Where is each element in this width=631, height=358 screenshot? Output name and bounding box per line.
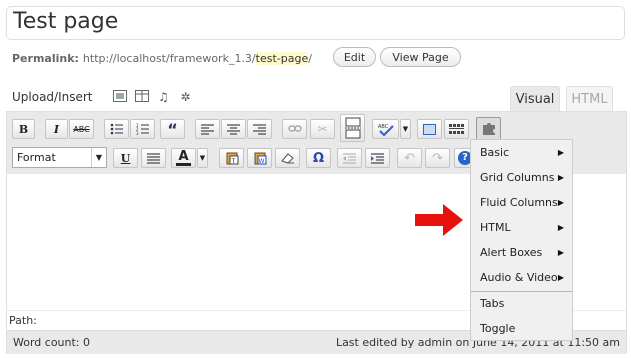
svg-text:3: 3: [136, 131, 139, 135]
more-tag-icon: [344, 117, 361, 139]
fullscreen-icon: [423, 123, 436, 135]
paste-word-button[interactable]: W: [247, 148, 272, 168]
upload-insert-row: Upload/Insert ♫ ✲: [12, 90, 193, 104]
menu-item-label: HTML: [480, 221, 511, 234]
bold-button[interactable]: B: [12, 119, 35, 139]
red-arrow-icon: [415, 204, 463, 236]
path-label: Path:: [9, 314, 37, 327]
menu-item-label: Alert Boxes: [480, 246, 543, 259]
bullet-list-button[interactable]: [104, 119, 129, 139]
spellcheck-icon: ABC: [378, 124, 394, 136]
add-image-icon[interactable]: [112, 90, 127, 104]
svg-text:ABC: ABC: [378, 124, 389, 130]
bullet-list-icon: [110, 123, 123, 135]
link-icon: [287, 125, 302, 132]
format-select-label: Format: [17, 151, 56, 164]
numbered-list-icon: 123: [136, 123, 149, 135]
title-input[interactable]: Test page: [6, 6, 625, 40]
submenu-arrow-icon: ▶: [557, 273, 564, 282]
align-center-icon: [227, 124, 240, 134]
align-left-icon: [201, 124, 214, 134]
unlink-button[interactable]: ✂: [310, 119, 335, 139]
outdent-button[interactable]: [337, 148, 362, 168]
menu-item-grid-columns[interactable]: Grid Columns ▶: [471, 165, 572, 190]
submenu-arrow-icon: ▶: [557, 173, 564, 182]
indent-button[interactable]: [365, 148, 390, 168]
word-count: Word count: 0: [13, 336, 91, 349]
add-media-icon[interactable]: ✲: [179, 90, 193, 104]
align-right-button[interactable]: [247, 119, 272, 139]
strikethrough-button[interactable]: ABC: [69, 119, 94, 139]
menu-item-label: Grid Columns: [480, 171, 555, 184]
underline-button[interactable]: U: [113, 148, 138, 168]
text-color-dropdown[interactable]: ▼: [197, 148, 208, 168]
text-color-button[interactable]: A: [171, 148, 196, 168]
permalink-base: http://localhost/framework_1.3/: [82, 52, 256, 65]
add-audio-icon[interactable]: ♫: [157, 90, 171, 104]
menu-item-html[interactable]: HTML ▶: [471, 215, 572, 240]
menu-item-label: Audio & Video: [480, 271, 558, 284]
paste-text-icon: T: [226, 152, 238, 165]
blockquote-button[interactable]: “: [160, 119, 185, 139]
chevron-down-icon: ▼: [91, 148, 106, 167]
shortcodes-menu: Basic ▶ Grid Columns ▶ Fluid Columns ▶ H…: [470, 139, 573, 341]
menu-item-toggle[interactable]: Toggle: [471, 316, 572, 341]
submenu-arrow-icon: ▶: [557, 148, 564, 157]
permalink-tail: /: [308, 52, 312, 65]
kitchen-sink-icon: [449, 123, 464, 134]
menu-item-fluid-columns[interactable]: Fluid Columns ▶: [471, 190, 572, 215]
special-character-button[interactable]: Ω: [306, 148, 331, 168]
permalink-row: Permalink: http://localhost/framework_1.…: [12, 52, 312, 65]
view-page-button[interactable]: View Page: [380, 47, 461, 67]
menu-item-audio-video[interactable]: Audio & Video ▶: [471, 265, 572, 290]
submenu-arrow-icon: ▶: [557, 223, 564, 232]
spellcheck-button[interactable]: ABC: [372, 119, 399, 139]
align-right-icon: [253, 124, 266, 134]
paste-word-icon: W: [254, 152, 266, 165]
svg-text:W: W: [258, 158, 264, 165]
justify-icon: [147, 153, 160, 163]
numbered-list-button[interactable]: 123: [130, 119, 155, 139]
tab-html[interactable]: HTML: [566, 86, 613, 112]
outdent-icon: [343, 153, 356, 163]
permalink-slug[interactable]: test-page: [255, 52, 309, 65]
puzzle-icon: [482, 123, 495, 135]
menu-item-label: Fluid Columns: [480, 196, 558, 209]
remove-format-button[interactable]: [275, 148, 300, 168]
eraser-icon: [280, 153, 294, 164]
text-color-swatch: [176, 162, 191, 166]
spellcheck-dropdown[interactable]: ▼: [400, 119, 411, 139]
align-left-button[interactable]: [195, 119, 220, 139]
menu-item-alert-boxes[interactable]: Alert Boxes ▶: [471, 240, 572, 265]
kitchen-sink-button[interactable]: [444, 119, 469, 139]
menu-item-label: Toggle: [480, 322, 516, 335]
italic-button[interactable]: I: [45, 119, 68, 139]
menu-item-tabs[interactable]: Tabs: [471, 291, 572, 316]
submenu-arrow-icon: ▶: [557, 248, 564, 257]
align-center-button[interactable]: [221, 119, 246, 139]
indent-icon: [371, 153, 384, 163]
format-select[interactable]: Format ▼: [12, 147, 107, 168]
submenu-arrow-icon: ▶: [557, 198, 564, 207]
menu-item-label: Tabs: [480, 297, 505, 310]
svg-text:T: T: [230, 158, 235, 165]
justify-button[interactable]: [141, 148, 166, 168]
fullscreen-button[interactable]: [417, 119, 442, 139]
redo-button[interactable]: ↷: [425, 148, 450, 168]
upload-insert-label: Upload/Insert: [12, 90, 93, 104]
permalink-label: Permalink:: [12, 52, 79, 65]
insert-link-button[interactable]: [282, 119, 307, 139]
shortcodes-button[interactable]: [476, 117, 501, 141]
title-text: Test page: [13, 9, 119, 34]
text-color-icon: A: [178, 148, 189, 164]
menu-item-basic[interactable]: Basic ▶: [471, 140, 572, 165]
paste-text-button[interactable]: T: [219, 148, 244, 168]
tab-visual[interactable]: Visual: [510, 86, 560, 112]
edit-permalink-button[interactable]: Edit: [333, 47, 376, 67]
add-video-icon[interactable]: [134, 90, 149, 104]
menu-item-label: Basic: [480, 146, 510, 159]
undo-button[interactable]: ↶: [397, 148, 422, 168]
insert-more-button[interactable]: [340, 114, 365, 142]
